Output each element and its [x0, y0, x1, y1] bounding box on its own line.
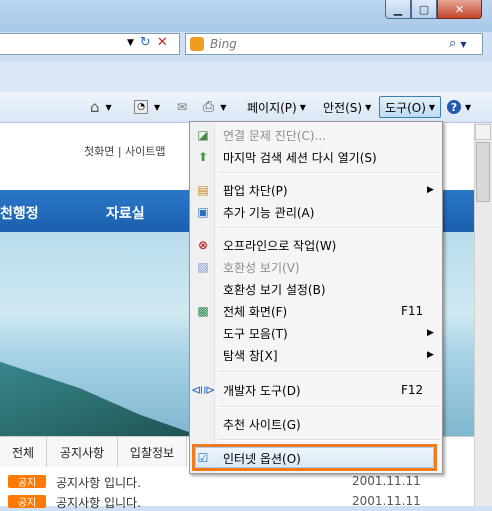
- menu-item-label: 도구 모음(T): [223, 326, 288, 341]
- menu-item-label: 개발자 도구(D): [223, 383, 301, 398]
- tab-bid[interactable]: 입찰정보: [118, 437, 187, 467]
- reopen-icon: ⬆: [197, 150, 209, 164]
- orange-highlight-box: [192, 444, 437, 471]
- menu-item-label: 탐색 창[X]: [223, 348, 278, 363]
- menu-item-label: 전체 화면(F): [223, 304, 288, 319]
- submenu-arrow-icon: ▶: [427, 328, 434, 338]
- submenu-arrow-icon: ▶: [427, 185, 434, 195]
- notice-badge: 공지: [8, 495, 46, 509]
- menu-item-toolbars[interactable]: 도구 모음(T) ▶: [191, 322, 441, 344]
- compat-icon: ▨: [197, 260, 209, 274]
- close-button[interactable]: ✕: [437, 0, 482, 19]
- menu-item-label: 오프라인으로 작업(W): [223, 238, 337, 253]
- menu-item-compat-settings[interactable]: 호환성 보기 설정(B): [191, 278, 441, 300]
- menu-item-label: 팝업 차단(P): [223, 183, 288, 198]
- offline-icon: ⊗: [197, 238, 209, 252]
- scroll-up-button[interactable]: [475, 124, 491, 140]
- tools-menu[interactable]: 도구(O) ▼: [385, 97, 435, 117]
- bing-logo-icon: [190, 37, 204, 51]
- devtools-icon: ⧏⧐: [191, 383, 215, 397]
- menu-item-label: 마지막 검색 세션 다시 열기(S): [223, 150, 377, 165]
- menu-item-label: 추가 기능 관리(A): [223, 205, 315, 220]
- menu-item-label: 추천 사이트(G): [223, 417, 301, 432]
- page-menu-label: 페이지(P): [247, 100, 297, 115]
- menu-separator: [218, 227, 440, 229]
- menu-item-label: 연결 문제 진단(C)...: [223, 128, 327, 143]
- minimize-button[interactable]: ▁: [385, 0, 411, 19]
- notice-title[interactable]: 공지사항 입니다.: [56, 494, 141, 511]
- menu-separator: [218, 439, 440, 441]
- menu-item-suggested-sites[interactable]: 추천 사이트(G): [191, 413, 441, 435]
- popup-icon: ▤: [197, 183, 209, 197]
- window-controls: ▁ ▢ ✕: [385, 0, 482, 20]
- menu-item-shortcut: F11: [401, 304, 424, 318]
- addons-icon: ▣: [197, 205, 209, 219]
- search-icon[interactable]: ⌕ ▼: [449, 36, 467, 51]
- refresh-icon[interactable]: ↻: [140, 35, 151, 50]
- menu-item-label: 호환성 보기(V): [223, 260, 300, 275]
- menu-item-developer-tools[interactable]: ⧏⧐ 개발자 도구(D) F12: [191, 379, 441, 401]
- menu-item-popup-blocker[interactable]: ▤ 팝업 차단(P) ▶: [191, 179, 441, 201]
- tab-notice[interactable]: 공지사항: [47, 437, 118, 467]
- scroll-thumb[interactable]: [476, 142, 490, 202]
- diagnose-icon: ◪: [197, 128, 209, 142]
- print-icon[interactable]: ⎙ ▼: [203, 97, 226, 117]
- address-buttons: ▼ ↻ ✕: [127, 35, 168, 50]
- dropdown-arrow-icon[interactable]: ▼: [127, 38, 134, 48]
- submenu-arrow-icon: ▶: [427, 350, 434, 360]
- safety-menu[interactable]: 안전(S) ▼: [323, 97, 371, 117]
- mail-icon[interactable]: ✉: [177, 97, 187, 117]
- menu-item-compat-view[interactable]: ▨ 호환성 보기(V): [191, 256, 441, 278]
- stop-icon[interactable]: ✕: [157, 35, 168, 50]
- maximize-button[interactable]: ▢: [411, 0, 437, 19]
- menu-item-diagnose[interactable]: ◪ 연결 문제 진단(C)...: [191, 124, 441, 146]
- notice-date: 2001.11.11: [352, 474, 421, 488]
- menu-item-fullscreen[interactable]: ▩ 전체 화면(F) F11: [191, 300, 441, 322]
- menu-item-reopen-session[interactable]: ⬆ 마지막 검색 세션 다시 열기(S): [191, 146, 441, 168]
- menu-item-label: 호환성 보기 설정(B): [223, 282, 326, 297]
- menu-separator: [218, 172, 440, 174]
- home-icon[interactable]: ⌂ ▼: [90, 97, 112, 117]
- menu-item-manage-addons[interactable]: ▣ 추가 기능 관리(A): [191, 201, 441, 223]
- tab-all[interactable]: 전체: [0, 437, 47, 467]
- notice-title[interactable]: 공지사항 입니다.: [56, 474, 141, 491]
- help-icon[interactable]: ? ▼: [447, 97, 471, 117]
- menu-item-explorer-bars[interactable]: 탐색 창[X] ▶: [191, 344, 441, 366]
- notice-badge: 공지: [8, 475, 46, 489]
- page-menu[interactable]: 페이지(P) ▼: [247, 97, 306, 117]
- safety-menu-label: 안전(S): [323, 100, 363, 115]
- search-placeholder: Bing: [210, 37, 237, 51]
- tools-menu-label: 도구(O): [385, 100, 426, 115]
- menu-item-shortcut: F12: [401, 383, 424, 397]
- feeds-icon[interactable]: ◔ ▼: [134, 97, 160, 117]
- menu-separator: [218, 406, 440, 408]
- nav-item-admin[interactable]: 천행정: [0, 203, 39, 223]
- favorites-bar: [0, 62, 492, 93]
- nav-item-archive[interactable]: 자료실: [106, 203, 145, 223]
- menu-item-work-offline[interactable]: ⊗ 오프라인으로 작업(W): [191, 234, 441, 256]
- fullscreen-icon: ▩: [197, 304, 209, 318]
- menu-separator: [218, 371, 440, 373]
- top-links[interactable]: 첫화면 | 사이트맵: [84, 143, 166, 159]
